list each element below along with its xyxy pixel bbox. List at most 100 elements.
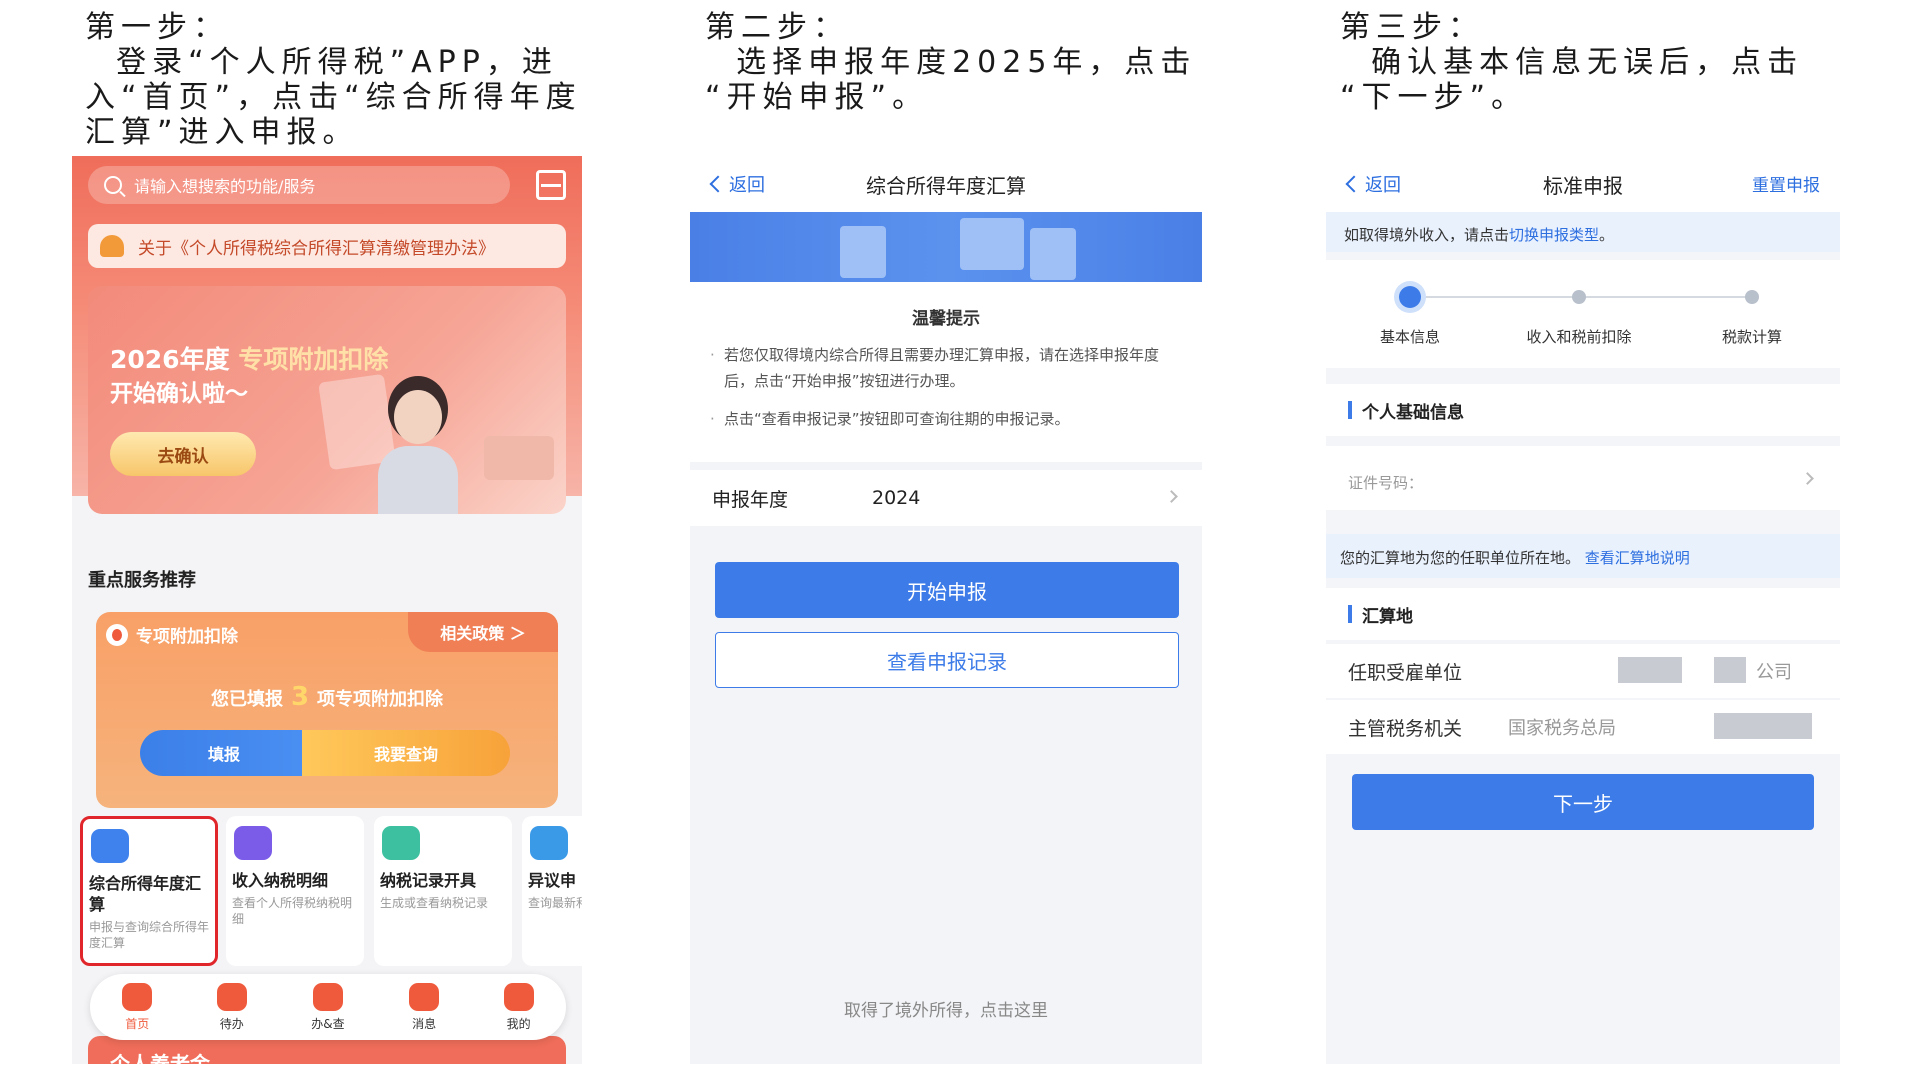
document-illustration [840,226,886,278]
document-illustration [1030,228,1076,280]
reset-filing-button[interactable]: 重置申报 [1752,171,1820,196]
tab-mine[interactable]: 我的 [503,982,534,1032]
year-selector[interactable]: 申报年度 2024 [690,470,1202,526]
document-illustration [960,218,1024,270]
tab-label: 首页 [125,1016,150,1031]
banner-illustration-person [372,390,462,514]
start-filing-button[interactable]: 开始申报 [715,562,1179,618]
step-dot-active [1399,286,1421,308]
home-icon [122,982,153,1011]
promo-banner[interactable]: 2026年度 专项附加扣除 开始确认啦～ 去确认 [88,286,566,514]
tip-panel: 温馨提示 若您仅取得境内综合所得且需要办理汇算申报，请在选择申报年度后，点击“开… [690,282,1202,462]
progress-stepper: 基本信息 收入和税前扣除 税款计算 [1326,260,1840,368]
record-icon [382,826,420,860]
msg-suffix: 项专项附加扣除 [317,689,444,710]
tab-services[interactable]: 办&查 [311,982,345,1032]
switch-type-link[interactable]: 切换申报类型 [1509,226,1599,244]
fill-button[interactable]: 填报 [140,730,308,776]
redacted-block [1618,657,1682,683]
related-policy-link[interactable]: 相关政策 ＞ [408,612,558,652]
employer-value: 公司 [1756,662,1792,683]
caption-line: “开始申报”。 [705,80,929,115]
section-title: 汇算地 [1326,588,1840,640]
deduction-count: 3 [290,682,310,712]
service-dispute[interactable]: 异议申 查询最新和结果 [522,816,582,966]
card-header: 专项附加扣除 [106,622,238,647]
service-desc: 查看个人所得税纳税明细 [232,896,353,926]
service-desc: 申报与查询综合所得年度汇算 [89,920,210,950]
id-number-row[interactable]: 证件号码： [1326,446,1840,510]
service-name: 综合所得年度汇算 [89,874,202,914]
banner-year: 2026年度 [110,345,230,374]
chevron-right-icon [1165,490,1178,503]
hero-illustration [690,212,1202,282]
service-name: 纳税记录开具 [380,871,477,890]
notice-bar[interactable]: 关于《个人所得税综合所得汇算清缴管理办法》 [88,224,566,268]
banner-highlight: 专项附加扣除 [238,345,389,374]
banner-subtitle: 开始确认啦～ [110,381,248,407]
caption-line: “下一步”。 [1340,80,1528,115]
search-placeholder: 请输入想搜索的功能/服务 [134,177,316,196]
step-label: 收入和税前扣除 [1526,328,1632,346]
nav-bar: 返回 综合所得年度汇算 [690,156,1202,212]
tip-title: 温馨提示 [912,309,980,329]
tab-messages[interactable]: 消息 [409,982,440,1032]
page-title: 综合所得年度汇算 [866,174,1026,198]
service-desc: 查询最新和结果 [528,896,582,910]
info-text: 如取得境外收入，请点击 [1344,226,1510,244]
step1-caption: 第一步： 登录“个人所得税”APP，进 入“首页”，点击“综合所得年度 汇算”进… [85,10,585,150]
tax-authority-value: 国家税务总局 [1508,718,1616,739]
caption-line: 第一步： [85,10,229,45]
settlement-location-note: 您的汇算地为您的任职单位所在地。 查看汇算地说明 [1326,534,1840,578]
step-dot [1745,290,1759,304]
search-input[interactable]: 请输入想搜索的功能/服务 [88,166,510,204]
id-label: 证件号码： [1348,474,1424,492]
tab-todo[interactable]: 待办 [216,982,247,1032]
banner-decoration [484,436,554,480]
services-icon [312,982,343,1011]
employer-label: 任职受雇单位 [1348,661,1463,684]
service-tax-records[interactable]: 纳税记录开具 生成或查看纳税记录 [374,816,512,966]
scan-icon[interactable] [536,170,566,200]
overseas-income-link[interactable]: 取得了境外所得，点击这里 [690,996,1202,1021]
service-desc: 生成或查看纳税记录 [380,896,489,910]
message-icon [409,982,440,1011]
tip-item: 若您仅取得境内综合所得且需要办理汇算申报，请在选择申报年度后，点击“开始申报”按… [710,342,1174,394]
phone-standard-filing: 返回 标准申报 重置申报 如取得境外收入，请点击切换申报类型。 基本信息 收入和… [1326,156,1840,1064]
caption-line: 入“首页”，点击“综合所得年度 [85,80,582,115]
deduction-card: 专项附加扣除 相关政策 ＞ 您已填报 3 项专项附加扣除 填报 我要查询 [96,612,558,808]
tab-label: 消息 [412,1016,437,1031]
redacted-block [1714,713,1812,739]
confirm-button[interactable]: 去确认 [110,432,256,476]
tab-label: 我的 [506,1016,531,1031]
view-records-button[interactable]: 查看申报记录 [715,632,1179,688]
note-text: 您的汇算地为您的任职单位所在地。 [1340,549,1581,567]
step3-caption: 第三步： 确认基本信息无误后，点击 “下一步”。 [1340,10,1840,115]
year-label: 申报年度 [712,488,789,511]
tab-label: 待办 [219,1016,244,1031]
flame-icon [106,623,128,646]
step-dot [1572,290,1586,304]
tab-home[interactable]: 首页 [122,982,153,1032]
card-title: 专项附加扣除 [136,627,238,647]
tab-label: 办&查 [311,1016,345,1031]
wallet-icon [234,826,272,860]
chevron-right-icon [1801,472,1814,485]
profile-icon [503,982,534,1011]
phone-home-screen: 请输入想搜索的功能/服务 关于《个人所得税综合所得汇算清缴管理办法》 2026年… [72,156,582,1064]
query-button[interactable]: 我要查询 [302,730,510,776]
employer-row: 任职受雇单位 公司 [1326,644,1840,698]
caption-line: 第二步： [705,10,849,45]
pension-section[interactable]: 个人养老金 [88,1036,566,1064]
tax-authority-label: 主管税务机关 [1348,717,1463,740]
step-label: 税款计算 [1721,328,1782,346]
service-income-details[interactable]: 收入纳税明细 查看个人所得税纳税明细 [226,816,364,966]
redacted-block [1714,657,1746,683]
bottom-tab-bar: 首页 待办 办&查 消息 我的 [90,974,566,1040]
location-explain-link[interactable]: 查看汇算地说明 [1585,549,1690,567]
search-icon [104,176,122,194]
next-step-button[interactable]: 下一步 [1352,774,1814,830]
service-annual-settlement[interactable]: 综合所得年度汇算 申报与查询综合所得年度汇算 [80,816,218,966]
tip-item: 点击“查看申报记录”按钮即可查询往期的申报记录。 [710,406,1174,432]
todo-icon [216,982,247,1011]
